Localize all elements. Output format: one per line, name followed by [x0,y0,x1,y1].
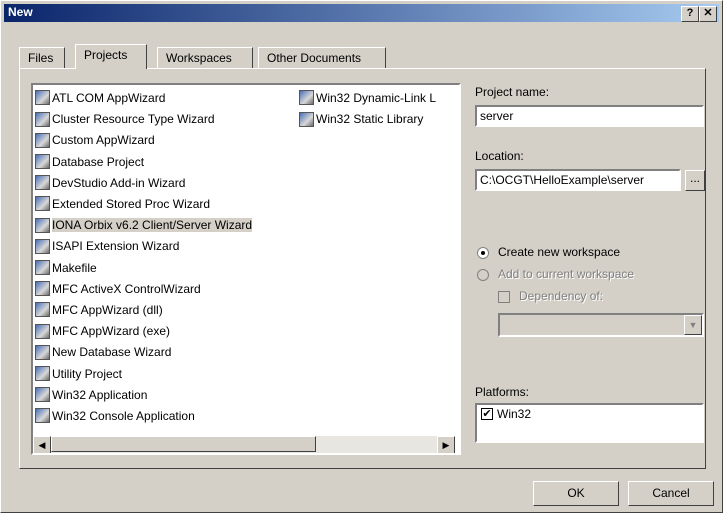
cluster-icon [35,111,50,127]
scroll-left-icon[interactable]: ◀ [33,436,51,453]
platform-win32: Win32 [497,407,532,421]
mfc-activex-icon [35,281,50,297]
horizontal-scrollbar[interactable]: ◀ ▶ [33,436,455,453]
list-item[interactable]: Extended Stored Proc Wizard [35,193,210,213]
list-item[interactable]: MFC AppWizard (dll) [35,299,163,319]
list-item[interactable]: Win32 Console Application [35,405,195,425]
win32-app-icon [35,387,50,403]
list-item-label: ISAPI Extension Wizard [52,239,180,254]
iona-orbix-icon [35,217,50,233]
tab-projects[interactable]: Projects [75,44,147,69]
tab-other-documents[interactable]: Other Documents [258,47,386,68]
list-item-label: Custom AppWizard [52,133,155,148]
list-item[interactable]: Makefile [35,257,97,277]
new-dialog: New ? ✕ Files Projects Workspaces Other … [0,0,723,513]
window-title: New [8,5,33,19]
list-item-label: Win32 Dynamic-Link L [316,90,437,105]
list-item[interactable]: IONA Orbix v6.2 Client/Server Wizard [35,214,253,234]
create-workspace-radio[interactable] [477,247,489,259]
project-name-label: Project name: [475,85,550,99]
list-item[interactable]: Cluster Resource Type Wizard [35,108,215,128]
ok-button[interactable]: OK [533,481,619,506]
platforms-label: Platforms: [475,385,530,399]
mfc-dll-icon [35,302,50,318]
project-name-input[interactable]: server [475,105,704,127]
list-item[interactable]: ISAPI Extension Wizard [35,235,179,255]
custom-wizard-icon [35,132,50,148]
list-item[interactable]: DevStudio Add-in Wizard [35,172,185,192]
list-item[interactable]: Win32 Static Library [299,108,423,128]
list-item-label: Win32 Console Application [52,408,195,423]
scroll-right-icon[interactable]: ▶ [437,436,455,453]
list-item[interactable]: Database Project [35,151,144,171]
list-item-label: Utility Project [52,366,123,381]
help-button[interactable]: ? [681,6,699,22]
console-icon [35,408,50,424]
cancel-button[interactable]: Cancel [628,481,714,506]
makefile-icon [35,259,50,275]
list-item-label: Win32 Static Library [316,112,424,127]
dll-icon [299,90,314,106]
new-database-icon [35,344,50,360]
list-item[interactable]: MFC AppWizard (exe) [35,320,170,340]
list-item[interactable]: MFC ActiveX ControlWizard [35,278,201,298]
radio-dot-icon [481,251,485,255]
dependency-label: Dependency of: [519,289,604,303]
list-item-label: IONA Orbix v6.2 Client/Server Wizard [52,218,253,233]
scroll-thumb[interactable] [51,436,316,452]
tab-files[interactable]: Files [19,47,65,68]
mfc-exe-icon [35,323,50,339]
add-workspace-radio [477,269,489,281]
list-item[interactable]: Win32 Dynamic-Link L [299,87,436,107]
atl-com-icon [35,90,50,106]
dependency-select [498,313,704,337]
chevron-down-icon: ▼ [684,315,702,335]
dependency-checkbox [498,291,510,303]
list-item-label: MFC AppWizard (dll) [52,302,163,317]
browse-button[interactable]: ... [685,170,705,191]
list-item-label: Win32 Application [52,387,148,402]
list-item-label: Cluster Resource Type Wizard [52,112,215,127]
addin-icon [35,175,50,191]
location-label: Location: [475,149,524,163]
close-button[interactable]: ✕ [699,6,717,22]
location-input[interactable]: C:\OCGT\HelloExample\server [475,169,681,191]
utility-icon [35,365,50,381]
list-item-label: Database Project [52,154,145,169]
list-item-label: MFC ActiveX ControlWizard [52,281,201,296]
add-workspace-label: Add to current workspace [498,267,635,281]
stored-proc-icon [35,196,50,212]
win32-checkbox[interactable]: ✔ [481,408,493,420]
list-item-label: MFC AppWizard (exe) [52,324,171,339]
list-item-label: New Database Wizard [52,345,172,360]
static-lib-icon [299,111,314,127]
database-icon [35,153,50,169]
list-item[interactable]: Utility Project [35,363,122,383]
title-bar[interactable]: New ? ✕ [4,4,719,22]
create-workspace-label: Create new workspace [498,245,621,259]
list-item-label: ATL COM AppWizard [52,90,166,105]
list-item[interactable]: ATL COM AppWizard [35,87,165,107]
list-item[interactable]: New Database Wizard [35,341,171,361]
isapi-icon [35,238,50,254]
platforms-list[interactable]: ✔ Win32 [475,403,704,443]
tab-workspaces[interactable]: Workspaces [157,47,253,68]
list-item-label: Extended Stored Proc Wizard [52,196,211,211]
list-item[interactable]: Custom AppWizard [35,129,155,149]
list-item-label: Makefile [52,260,97,275]
list-item-label: DevStudio Add-in Wizard [52,175,186,190]
project-type-list[interactable]: ATL COM AppWizard Cluster Resource Type W… [31,83,461,455]
list-item[interactable]: Win32 Application [35,384,147,404]
